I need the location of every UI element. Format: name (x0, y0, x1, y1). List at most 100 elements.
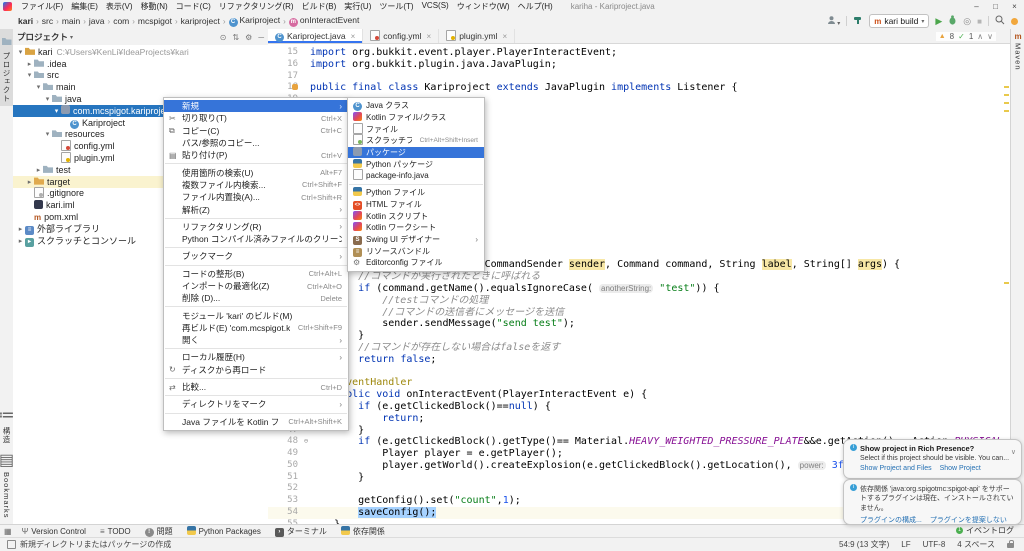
code-line[interactable]: 42 (268, 366, 1002, 378)
context-menu-item-複数ファイル内検索...[interactable]: 複数ファイル内検索...Ctrl+Shift+F (164, 179, 348, 191)
line-ending-indicator[interactable]: LF (901, 540, 910, 549)
code-line[interactable]: 18public final class Kariproject extends… (268, 82, 1002, 94)
context-menu-item-Java ファイルを Kotlin ファイルに変換[interactable]: Java ファイルを Kotlin ファイルに変換Ctrl+Alt+Shift+… (164, 416, 348, 428)
close-icon[interactable]: × (427, 32, 432, 41)
tree-chevron-icon[interactable]: ▾ (25, 71, 34, 79)
new-submenu-item-リソースバンドル[interactable]: ≡リソースバンドル (348, 245, 484, 257)
build-hammer-icon[interactable] (853, 12, 863, 30)
code-line[interactable]: 37 //コマンドの送信者にメッセージを送信 (268, 307, 1002, 319)
context-menu-item-コードの整形(B)[interactable]: コードの整形(B)Ctrl+Alt+L (164, 268, 348, 280)
breadcrumb-item-Kariproject[interactable]: CKariproject (229, 15, 281, 27)
context-menu-item-削除 (D)...[interactable]: 削除 (D)...Delete (164, 292, 348, 304)
tab-Kariproject.java[interactable]: CKariproject.java× (268, 29, 363, 43)
context-menu-item-リファクタリング(R)[interactable]: リファクタリング(R)› (164, 221, 348, 233)
code-line[interactable]: 40 //コマンドが存在しない場合はfalseを返す (268, 342, 1002, 354)
new-submenu-item-Swing UI デザイナー[interactable]: SSwing UI デザイナー› (348, 234, 484, 246)
close-button[interactable]: × (1005, 0, 1024, 13)
code-line[interactable]: 44⊖ public void onInteractEvent(PlayerIn… (268, 389, 1002, 401)
tree-chevron-icon[interactable]: ▸ (34, 166, 43, 174)
code-line[interactable]: 17 (268, 71, 1002, 83)
code-line[interactable]: 16import org.bukkit.plugin.java.JavaPlug… (268, 59, 1002, 71)
code-line[interactable]: 15import org.bukkit.event.player.PlayerI… (268, 47, 1002, 59)
toolwindow-switcher-icon[interactable]: ▦ (4, 527, 12, 536)
breadcrumb-item-com[interactable]: com (113, 16, 129, 26)
encoding-indicator[interactable]: UTF-8 (923, 540, 946, 549)
notification-link[interactable]: Show Project (940, 465, 981, 472)
menubar-item[interactable]: リファクタリング(R) (215, 1, 298, 12)
tree-chevron-icon[interactable]: ▾ (16, 48, 25, 56)
collapse-icon[interactable]: ⇅ (232, 33, 239, 42)
tree-chevron-icon[interactable]: ▾ (43, 95, 52, 103)
context-menu-item-解析(Z)[interactable]: 解析(Z)› (164, 203, 348, 215)
menubar-item[interactable]: VCS(S) (418, 1, 453, 12)
code-line[interactable]: 36 //testコマンドの処理 (268, 295, 1002, 307)
context-menu-item-ディレクトリをマーク[interactable]: ディレクトリをマーク› (164, 398, 348, 410)
menubar-item[interactable]: ビルド(B) (298, 1, 341, 12)
new-submenu-item-Java クラス[interactable]: CJava クラス (348, 100, 484, 112)
tab-plugin.yml[interactable]: plugin.yml× (439, 29, 515, 43)
lock-icon[interactable] (1007, 543, 1014, 548)
menubar-item[interactable]: 移動(N) (137, 1, 172, 12)
context-menu-item-パス/参照のコピー...[interactable]: パス/参照のコピー... (164, 137, 348, 149)
project-panel-title[interactable]: プロジェクト (17, 31, 68, 43)
tree-chevron-icon[interactable]: ▸ (16, 225, 25, 233)
code-line[interactable]: 39 } (268, 330, 1002, 342)
menubar-item[interactable]: 編集(E) (67, 1, 102, 12)
tree-item-.idea[interactable]: ▸.idea (13, 58, 268, 70)
code-line[interactable]: 41 return false; (268, 354, 1002, 366)
warning-count[interactable]: 8 (950, 32, 954, 41)
tree-item-kari[interactable]: ▾kariC:¥Users¥KenLi¥IdeaProjects¥kari (13, 46, 268, 58)
context-menu-item-ブックマーク[interactable]: ブックマーク› (164, 250, 348, 262)
code-line[interactable]: 47 } (268, 425, 1002, 437)
new-submenu-item-package-info.java[interactable]: package-info.java (348, 170, 484, 182)
minimize-button[interactable]: – (967, 0, 986, 13)
new-submenu-item-Kotlin スクリプト[interactable]: Kotlin スクリプト (348, 210, 484, 222)
context-menu-item-インポートの最適化(Z)[interactable]: インポートの最適化(Z)Ctrl+Alt+O (164, 280, 348, 292)
tree-chevron-icon[interactable]: ▸ (25, 60, 34, 68)
toolwindow-button-TODO[interactable]: ≡TODO (100, 526, 131, 537)
code-line[interactable]: 45⊖ if (e.getClickedBlock()==null) { (268, 401, 1002, 413)
search-everywhere-icon[interactable] (995, 12, 1005, 30)
context-menu-item-モジュール 'kari' のビルド(M)[interactable]: モジュール 'kari' のビルド(M) (164, 309, 348, 321)
locate-icon[interactable]: ⊙ (220, 33, 227, 42)
settings-icon[interactable]: ⚙ (245, 33, 252, 42)
toolwindow-button-Python Packages[interactable]: Python Packages (187, 526, 261, 537)
code-line[interactable]: 38 sender.sendMessage("send test"); (268, 318, 1002, 330)
close-icon[interactable]: × (502, 32, 507, 41)
prev-problem-icon[interactable]: ∧ (977, 32, 983, 41)
code-line[interactable]: 46 return; (268, 413, 1002, 425)
tree-item-src[interactable]: ▾src (13, 70, 268, 82)
code-line[interactable]: 43 @EventHandler (268, 377, 1002, 389)
menubar-item[interactable]: ヘルプ(H) (514, 1, 557, 12)
context-menu-item-ローカル履歴(H)[interactable]: ローカル履歴(H)› (164, 351, 348, 363)
notification-link[interactable]: Show Project and Files (860, 465, 932, 472)
next-problem-icon[interactable]: ∨ (987, 32, 993, 41)
menubar-item[interactable]: コード(C) (172, 1, 215, 12)
context-menu-item-ディスクから再ロード[interactable]: ↻ディスクから再ロード (164, 364, 348, 376)
tree-chevron-icon[interactable]: ▸ (16, 237, 25, 245)
menubar-item[interactable]: 表示(V) (102, 1, 137, 12)
debug-icon[interactable] (948, 12, 957, 30)
context-menu-item-ファイル内置換(A)...[interactable]: ファイル内置換(A)...Ctrl+Shift+R (164, 191, 348, 203)
chevron-down-icon[interactable]: ∨ (1011, 448, 1016, 456)
notification-link[interactable]: プラグインを提案しない (930, 515, 1007, 525)
tree-item-main[interactable]: ▾main (13, 81, 268, 93)
caret-position[interactable]: 54:9 (13 文字) (839, 539, 889, 550)
context-menu-item-再ビルド(E) 'com.mcspigot.kariproject'[interactable]: 再ビルド(E) 'com.mcspigot.kariproject'Ctrl+S… (164, 322, 348, 334)
menubar-item[interactable]: ウィンドウ(W) (453, 1, 514, 12)
new-submenu-item-Python パッケージ[interactable]: Python パッケージ (348, 158, 484, 170)
context-menu-item-切り取り(T)[interactable]: ✂切り取り(T)Ctrl+X (164, 112, 348, 124)
menubar-item[interactable]: 実行(U) (340, 1, 375, 12)
tree-chevron-icon[interactable]: ▾ (43, 130, 52, 138)
menubar-item[interactable]: ファイル(F) (17, 1, 67, 12)
tree-chevron-icon[interactable]: ▾ (52, 107, 61, 115)
ok-count[interactable]: 1 (969, 32, 973, 41)
run-config-selector[interactable]: m kari build ▾ (869, 14, 929, 28)
context-menu-item-Python コンパイル済みファイルのクリーン[interactable]: Python コンパイル済みファイルのクリーン (164, 233, 348, 245)
breadcrumb-item-java[interactable]: java (89, 16, 105, 26)
toolwindow-button-ターミナル[interactable]: ›ターミナル (275, 526, 327, 537)
profile-icon[interactable]: ▾ (827, 12, 840, 30)
tab-config.yml[interactable]: config.yml× (363, 29, 439, 43)
toolwindow-button-プロジェクト[interactable]: プロジェクト (0, 29, 13, 106)
toolwindow-button-Maven[interactable]: mMaven (1011, 29, 1024, 74)
